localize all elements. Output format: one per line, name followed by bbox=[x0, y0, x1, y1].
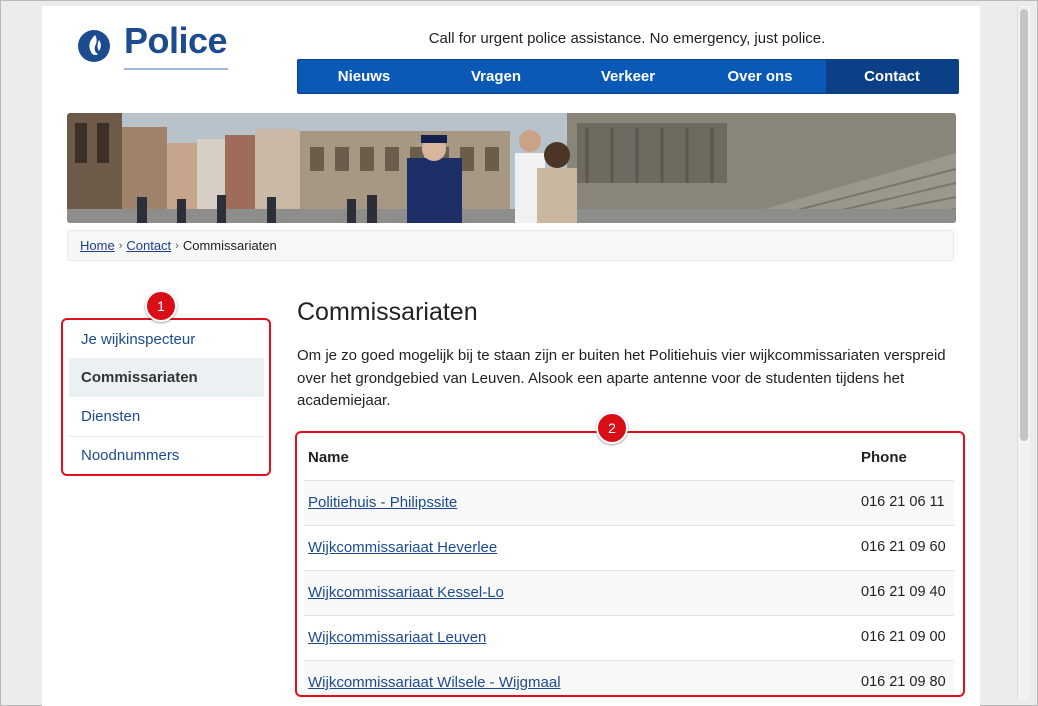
intro-paragraph: Om je zo goed mogelijk bij te staan zijn… bbox=[297, 347, 946, 409]
banner-photo bbox=[67, 113, 956, 223]
phone-number: 016 21 06 11 bbox=[861, 494, 945, 510]
commissariaat-link[interactable]: Wijkcommissariaat Wilsele - Wijgmaal bbox=[308, 674, 561, 691]
commissariaat-link[interactable]: Wijkcommissariaat Leuven bbox=[308, 629, 486, 646]
column-header-name: Name bbox=[308, 449, 349, 466]
commissariaat-link[interactable]: Wijkcommissariaat Kessel-Lo bbox=[308, 584, 504, 601]
commissariaten-table: Name Phone Politiehuis - Philipssite 016… bbox=[295, 431, 965, 697]
table-row: Wijkcommissariaat Heverlee 016 21 09 60 bbox=[304, 525, 954, 570]
breadcrumb-separator-icon: › bbox=[118, 239, 123, 252]
logo-text: Police bbox=[124, 20, 228, 61]
phone-number: 016 21 09 40 bbox=[861, 584, 946, 600]
scrollbar[interactable] bbox=[1017, 6, 1030, 700]
callout-badge-1: 1 bbox=[145, 290, 177, 322]
banner-scene bbox=[67, 113, 956, 223]
phone-number: 016 21 09 80 bbox=[861, 674, 946, 690]
sidebar-item-commissariaten[interactable]: Commissariaten bbox=[69, 358, 264, 397]
logo-underline bbox=[124, 68, 228, 70]
breadcrumb-separator-icon: › bbox=[175, 239, 179, 252]
table-row: Politiehuis - Philipssite 016 21 06 11 bbox=[304, 480, 954, 525]
table-header-row: Name Phone bbox=[304, 433, 954, 480]
nav-item-nieuws[interactable]: Nieuws bbox=[298, 60, 430, 93]
sidebar-item-diensten[interactable]: Diensten bbox=[69, 397, 264, 436]
column-header-phone: Phone bbox=[861, 449, 907, 466]
breadcrumb-contact-link[interactable]: Contact bbox=[126, 238, 171, 253]
phone-number: 016 21 09 60 bbox=[861, 539, 946, 555]
phone-number: 016 21 09 00 bbox=[861, 629, 946, 645]
nav-item-contact[interactable]: Contact bbox=[826, 60, 958, 93]
nav-item-verkeer[interactable]: Verkeer bbox=[562, 60, 694, 93]
main-nav: Nieuws Vragen Verkeer Over ons Contact bbox=[297, 59, 959, 94]
scrollbar-thumb[interactable] bbox=[1020, 9, 1028, 441]
flame-icon bbox=[78, 30, 110, 62]
header-tagline: Call for urgent police assistance. No em… bbox=[428, 30, 826, 47]
breadcrumb-current: Commissariaten bbox=[182, 238, 277, 253]
nav-item-vragen[interactable]: Vragen bbox=[430, 60, 562, 93]
breadcrumb-home-link[interactable]: Home bbox=[80, 238, 115, 253]
commissariaat-link[interactable]: Wijkcommissariaat Heverlee bbox=[308, 539, 497, 556]
sidebar-item-noodnummers[interactable]: Noodnummers bbox=[69, 436, 264, 475]
commissariaat-link[interactable]: Politiehuis - Philipssite bbox=[308, 494, 457, 511]
police-logo[interactable]: Police bbox=[76, 20, 236, 72]
nav-item-over-ons[interactable]: Over ons bbox=[694, 60, 826, 93]
table-row: Wijkcommissariaat Leuven 016 21 09 00 bbox=[304, 615, 954, 660]
sidebar-nav: Je wijkinspecteur Commissariaten Dienste… bbox=[61, 318, 271, 476]
table-row: Wijkcommissariaat Wilsele - Wijgmaal 016… bbox=[304, 660, 954, 695]
table-row: Wijkcommissariaat Kessel-Lo 016 21 09 40 bbox=[304, 570, 954, 615]
breadcrumb: Home › Contact › Commissariaten bbox=[67, 230, 954, 261]
callout-badge-2: 2 bbox=[596, 412, 628, 444]
sidebar-item-je-wijkinspecteur[interactable]: Je wijkinspecteur bbox=[69, 320, 264, 359]
page-title: Commissariaten bbox=[297, 298, 478, 326]
